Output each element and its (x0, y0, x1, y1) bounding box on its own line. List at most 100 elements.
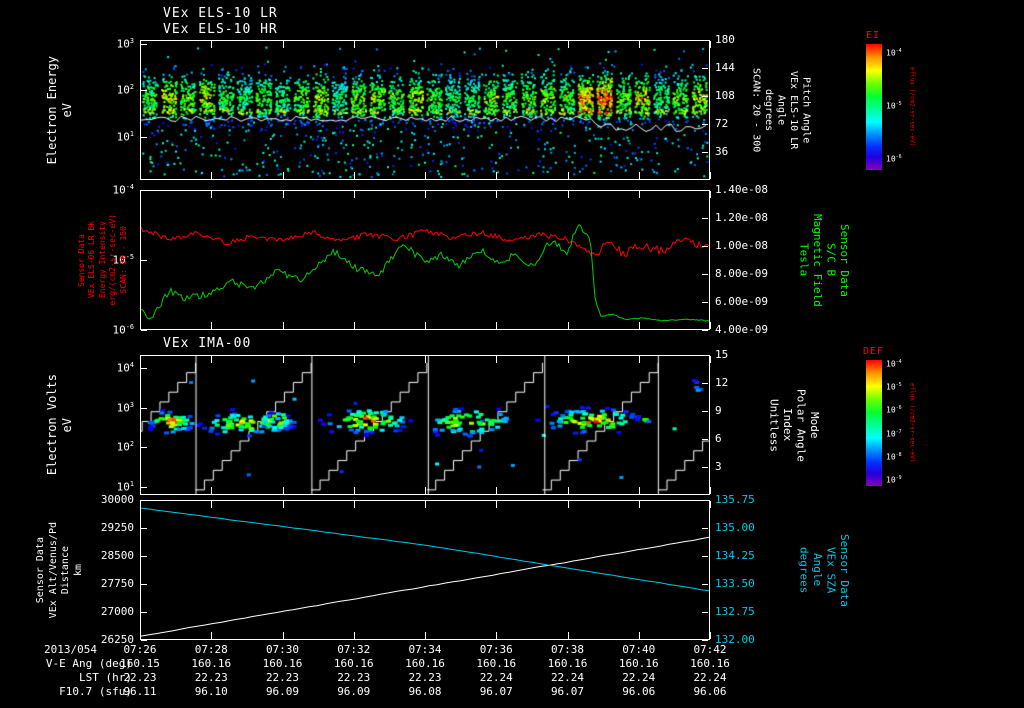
bfield-line (141, 223, 709, 322)
p3-right-tick-mark (702, 467, 708, 468)
bottom-row-value: 96.06 (622, 685, 656, 698)
p4-right-tick-mark (702, 528, 708, 529)
p4-x-tick-mark (140, 501, 141, 508)
p2-right-tick-label: 1.40e-08 (715, 183, 768, 196)
p3-left-tick-mark (141, 367, 147, 369)
panel1-title-hr: VEx ELS-10 HR (163, 22, 278, 37)
p2-right-tick-label: 8.00e-09 (715, 267, 768, 280)
time-tick-label: 07:28 (194, 643, 228, 656)
p3-x-tick-mark (496, 356, 498, 363)
p1-x-tick-mark (282, 41, 284, 48)
bottom-row-value: 160.16 (476, 657, 517, 670)
vex-quicklook-plot-screen: VEx ELS-10 LR VEx ELS-10 HR VEx IMA-00 E… (0, 0, 1024, 708)
panel4-right-axis-title-line: VEx SZA (824, 546, 838, 594)
bottom-row-value: 160.16 (191, 657, 232, 670)
bottom-row-value: 22.24 (693, 671, 727, 684)
p2-left-tick-mark (141, 330, 147, 331)
colorbar1-title: EI (866, 30, 881, 41)
p3-left-tick-label: 102 (116, 440, 134, 455)
p4-x-tick-mark (710, 501, 711, 508)
p2-x-tick-mark (282, 191, 284, 198)
bottom-row-value: 96.07 (550, 685, 585, 698)
panel3-right-axis-title-line: Mode (808, 411, 822, 439)
els-spectrogram-panel (140, 40, 710, 180)
panel1-right-axis-title-line: VEx ELS-10 LR (788, 70, 799, 150)
p3-x-tick-mark (140, 487, 141, 494)
bottom-row-value: 96.07 (479, 685, 513, 698)
colorbar2-title: DEF (863, 346, 885, 357)
bottom-row-value: 160.15 (120, 657, 160, 670)
panel4-right-axis-title-line: Sensor Data (838, 533, 852, 607)
bottom-row-value: 22.23 (408, 671, 442, 684)
bottom-row-value: 160.16 (333, 657, 374, 670)
p4-right-tick-mark (702, 640, 708, 641)
bottom-row-value: 160.16 (405, 657, 445, 670)
p4-x-tick-mark (496, 632, 498, 639)
panel1-right-axis-title-line: Angle (775, 94, 787, 126)
p2-right-tick-label: 1.20e-08 (715, 211, 768, 224)
colorbar1-units-label: eflux (/cm2-sr-sec-eV) (908, 44, 915, 170)
p2-right-tick-mark (702, 218, 708, 219)
bottom-row-value: 160.16 (690, 657, 730, 670)
p4-left-tick-label: 30000 (100, 493, 134, 506)
p2-x-tick-mark (211, 322, 213, 329)
p1-x-tick-mark (567, 41, 569, 48)
p1-x-tick-mark (638, 41, 640, 48)
p4-right-tick-label: 134.25 (715, 549, 755, 562)
p2-x-tick-mark (567, 322, 569, 329)
p2-right-tick-mark (702, 330, 708, 331)
panel1-y-axis-title-line: Electron Energy (45, 55, 59, 165)
bottom-row-value: 160.16 (618, 657, 659, 670)
p4-left-tick-mark (141, 500, 147, 501)
els-spectrogram-canvas (141, 41, 709, 179)
p4-right-tick-mark (702, 612, 708, 613)
bottom-row-value: 160.16 (547, 657, 588, 670)
bottom-row-value: 96.10 (194, 685, 228, 698)
p1-x-tick-mark (353, 172, 355, 179)
p4-x-tick-mark (282, 501, 284, 508)
panel4-right-axis-title-line: degrees (797, 546, 811, 594)
p3-x-tick-mark (282, 356, 284, 363)
p2-x-tick-mark (496, 191, 498, 198)
p4-x-tick-mark (425, 501, 426, 508)
p1-x-tick-mark (567, 172, 569, 179)
p3-left-tick-mark (141, 408, 147, 410)
p3-right-tick-mark (702, 383, 708, 384)
panel2-y-axis-title-line: SCAN: 20 - 150 (118, 226, 128, 294)
p2-left-tick-mark (141, 260, 147, 261)
els-bk-intensity-line (141, 226, 709, 258)
p4-x-tick-mark (140, 632, 141, 639)
p4-left-tick-label: 27750 (100, 577, 134, 590)
p2-x-tick-mark (638, 191, 640, 198)
p3-x-tick-mark (567, 356, 569, 363)
panel2-right-axis-title: Sensor Data S/C B Magnetic Field Tesla (798, 190, 852, 330)
panel2-y-axis-title-line: erg/(cm2-sr-sec-eV) (108, 214, 118, 306)
p2-x-tick-mark (140, 322, 141, 329)
panel3-right-axis-title-line: Polar Angle (794, 388, 808, 462)
p3-right-tick-mark (702, 411, 708, 412)
bottom-row-value: 22.24 (550, 671, 585, 684)
p2-right-tick-mark (702, 190, 708, 191)
p1-x-tick-mark (710, 172, 711, 179)
p3-x-tick-mark (710, 487, 711, 494)
p1-left-tick-label: 103 (116, 37, 134, 51)
panel3-y-axis-title: Electron Volts eV (45, 355, 74, 495)
panel3-y-axis-title-line: eV (59, 417, 74, 433)
sza-line (141, 507, 709, 592)
time-tick-label: 07:32 (337, 643, 371, 656)
p3-x-tick-mark (567, 487, 569, 494)
panel2-right-axis-title-line: Magnetic Field (811, 213, 825, 307)
panel2-y-axis-title: Sensor Data VEx ELS-06 LR Bk Energy Intens… (77, 190, 128, 330)
p4-x-tick-mark (282, 632, 284, 639)
bottom-row-label: LST (hr) (79, 671, 132, 684)
bottom-row-label: V-E Ang (deg) (45, 657, 132, 670)
p1-x-tick-mark (638, 172, 640, 179)
time-tick-label: 07:36 (479, 643, 513, 656)
p3-x-tick-mark (425, 487, 426, 494)
p2-x-tick-mark (710, 191, 711, 198)
p4-x-tick-mark (567, 632, 569, 639)
bottom-row-label: F10.7 (sfu) (59, 685, 132, 698)
els-colorbar (866, 44, 882, 170)
p2-x-tick-mark (567, 191, 569, 198)
p1-x-tick-mark (710, 41, 711, 48)
